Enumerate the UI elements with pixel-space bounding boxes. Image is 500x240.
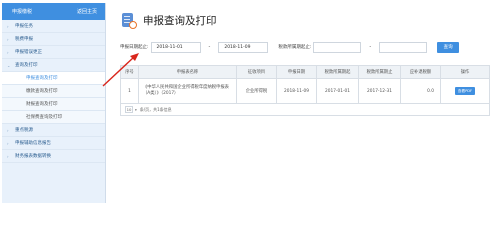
sidebar-header: 申报缴税 返回主页 <box>2 3 105 20</box>
sidebar-item-declaration-query[interactable]: 申报查询及打印 <box>2 72 105 85</box>
form-name: 《中华人民共和国企业所得税年度纳税申报表（A类）》（2017） <box>139 79 237 103</box>
column-header: 税款所属期止 <box>359 66 401 78</box>
table-row: 1 《中华人民共和国企业所得税年度纳税申报表（A类）》（2017） 企业所得税 … <box>121 79 489 103</box>
date-from-input[interactable]: 2018-11-01 <box>150 41 201 53</box>
date-range-label: 申报日期起止: <box>120 45 149 50</box>
period-from-input[interactable] <box>313 41 362 53</box>
chevron-right-icon: › <box>7 153 9 159</box>
sidebar-item-label: 财务报表数据转换 <box>15 154 51 159</box>
tax-amount: 0.0 <box>401 79 441 103</box>
sidebar-item-payment-query[interactable]: 缴款查询及打印 <box>2 85 105 98</box>
sidebar-item-label: 申报错误更正 <box>15 50 42 55</box>
sidebar-item-tax-declaration[interactable]: › 税费申报 <box>2 33 105 46</box>
period-end: 2017-12-31 <box>359 79 401 103</box>
filter-bar: 申报日期起止: 2018-11-01 - 2018-11-09 税款所属期起止:… <box>120 41 460 53</box>
sidebar-item-label: 社保费查询及打印 <box>26 115 62 120</box>
column-header: 序号 <box>121 66 139 78</box>
sidebar-item-label: 缴款查询及打印 <box>26 89 58 94</box>
chevron-right-icon: › <box>7 127 9 133</box>
date-to-input[interactable]: 2018-11-09 <box>218 41 269 53</box>
main-content: 申报查询及打印 申报日期起止: 2018-11-01 - 2018-11-09 … <box>106 0 500 203</box>
sidebar-item-social-security-query[interactable]: 社保费查询及打印 <box>2 111 105 124</box>
page-header: 申报查询及打印 <box>120 12 217 29</box>
sidebar-item-label: 查询及打印 <box>15 63 38 68</box>
brand-label: 申报缴税 <box>12 9 33 15</box>
range-separator: - <box>208 44 211 50</box>
page-title: 申报查询及打印 <box>143 15 217 27</box>
column-header: 申报表名称 <box>139 66 237 78</box>
table-header: 序号 申报表名称 征收项目 申报日期 税款所属期起 税款所属期止 应补退税额 操… <box>121 66 489 79</box>
sidebar: 申报缴税 返回主页 › 申报任务 › 税费申报 › 申报错误更正 ⌄ 查询及打印… <box>2 3 106 203</box>
sidebar-item-label: 财报查询及打印 <box>26 102 58 107</box>
view-pdf-button[interactable]: 查看PDF <box>455 87 475 95</box>
record-summary: 条/页，共1条信息 <box>139 106 172 112</box>
page-size-select[interactable]: 10 <box>125 106 133 113</box>
column-header: 申报日期 <box>277 66 317 78</box>
sidebar-item-declaration-tasks[interactable]: › 申报任务 <box>2 20 105 33</box>
chevron-right-icon: › <box>7 36 9 42</box>
document-search-icon <box>120 12 137 29</box>
column-header: 应补退税额 <box>401 66 441 78</box>
sidebar-item-query-print[interactable]: ⌄ 查询及打印 <box>2 59 105 72</box>
sidebar-item-label: 申报任务 <box>15 24 33 29</box>
sidebar-item-label: 申报辅助信息报告 <box>15 141 51 146</box>
sidebar-item-financial-report-query[interactable]: 财报查询及打印 <box>2 98 105 111</box>
chevron-down-icon[interactable]: ▾ <box>135 108 137 112</box>
period-to-input[interactable] <box>379 41 428 53</box>
row-index: 1 <box>121 79 139 103</box>
query-button[interactable]: 查询 <box>437 41 460 53</box>
sidebar-item-label: 重点税源 <box>15 128 33 133</box>
range-separator: - <box>369 44 372 50</box>
column-header: 征收项目 <box>237 66 277 78</box>
chevron-right-icon: › <box>7 23 9 29</box>
sidebar-item-financial-data-conversion[interactable]: › 财务报表数据转换 <box>2 150 105 163</box>
table-footer: 10 ▾ 条/页，共1条信息 <box>121 103 489 115</box>
action-cell: 查看PDF <box>441 79 489 103</box>
sidebar-item-error-correction[interactable]: › 申报错误更正 <box>2 46 105 59</box>
chevron-down-icon: ⌄ <box>7 62 11 68</box>
column-header: 税款所属期起 <box>317 66 359 78</box>
chevron-right-icon: › <box>7 49 9 55</box>
column-header: 操作 <box>460 70 470 75</box>
sidebar-item-auxiliary-report[interactable]: › 申报辅助信息报告 <box>2 137 105 150</box>
back-home-link[interactable]: 返回主页 <box>77 8 97 15</box>
declaration-date: 2018-11-09 <box>277 79 317 103</box>
results-table: 序号 申报表名称 征收项目 申报日期 税款所属期起 税款所属期止 应补退税额 操… <box>120 65 490 116</box>
sidebar-item-label: 税费申报 <box>15 37 33 42</box>
period-start: 2017-01-01 <box>317 79 359 103</box>
tax-item: 企业所得税 <box>237 79 277 103</box>
tax-period-label: 税款所属期起止: <box>278 45 312 50</box>
chevron-right-icon: › <box>7 140 9 146</box>
sidebar-item-label: 申报查询及打印 <box>26 76 58 81</box>
sidebar-item-key-tax-sources[interactable]: › 重点税源 <box>2 124 105 137</box>
